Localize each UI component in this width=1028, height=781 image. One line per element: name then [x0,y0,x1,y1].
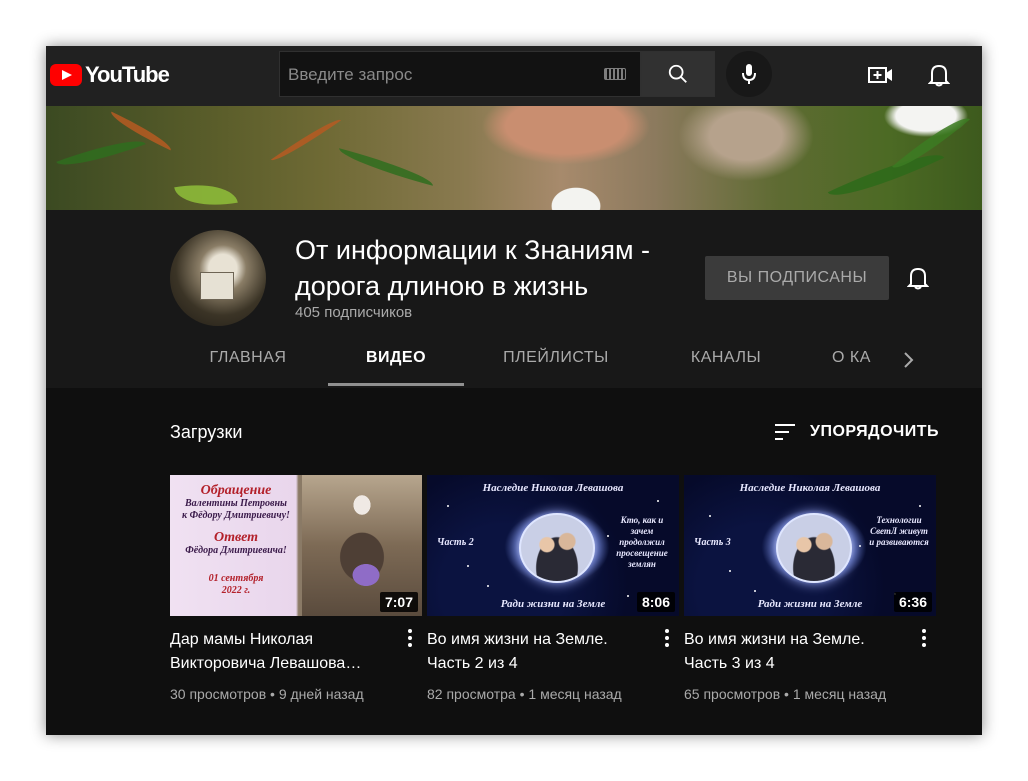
thumb-text-line: Наследие Николая Левашова [739,482,881,494]
create-video-icon [868,67,892,83]
video-card[interactable]: Наследие Николая Левашова Часть 2 Кто, к… [427,475,679,702]
video-duration: 6:36 [893,592,932,612]
youtube-logo[interactable]: YouTube [50,62,170,87]
search-icon [668,64,687,83]
video-title[interactable]: Во имя жизни на Земле. Часть 2 из 4 [427,628,653,676]
upload-age: 1 месяц назад [528,686,622,702]
thumb-text-line: Часть 2 [437,537,474,548]
section-title: Загрузки [170,422,243,442]
youtube-window: YouTube От информации к Знаниям - [46,46,982,735]
upload-age: 9 дней назад [278,686,364,702]
chevron-right-icon[interactable] [900,350,916,370]
upload-age: 1 месяц назад [792,686,887,702]
thumbnail-text: Обращение Валентины Петровны к Фёдору Дм… [170,483,302,597]
tab-videos[interactable]: ВИДЕО [328,336,464,386]
thumb-text-line: 2022 г. [221,585,251,596]
video-title[interactable]: Дар мамы Николая Викторовича Левашова… [170,628,396,676]
thumb-text-line: Фёдора Дмитриевича! [185,545,287,556]
thumb-text-line: Технологии СветЛ живут и развиваются [869,515,929,547]
thumbnail-portrait [776,513,852,583]
create-button[interactable] [866,60,896,90]
video-title-line: Часть 3 из 4 [684,655,775,672]
tab-playlists[interactable]: ПЛЕЙЛИСТЫ [491,336,621,386]
search-input[interactable] [280,52,610,98]
more-options-icon[interactable] [402,627,418,649]
video-thumbnail[interactable]: Наследие Николая Левашова Часть 2 Кто, к… [427,475,679,616]
channel-title: От информации к Знаниям - дорога длиною … [295,232,695,304]
search-box [279,51,641,98]
video-duration: 7:07 [379,592,418,612]
video-thumbnail[interactable]: Наследие Николая Левашова Часть 3 Технол… [684,475,936,616]
subscriber-count: 405 подписчиков [295,304,413,321]
channel-banner [46,106,982,210]
thumb-text-line: Часть 3 [694,537,731,548]
topbar: YouTube [46,46,982,106]
banner-leaf [56,131,146,175]
thumb-text-line: Кто, как и зачем продолжил просвещение з… [616,515,668,569]
youtube-play-icon [50,64,82,86]
bell-icon [907,267,929,290]
video-card[interactable]: Обращение Валентины Петровны к Фёдору Дм… [170,475,422,702]
bell-icon [928,64,950,87]
more-options-icon[interactable] [916,627,932,649]
thumb-text-line: Обращение [200,483,272,498]
tab-about[interactable]: О КА [832,336,874,386]
video-thumbnail[interactable]: Обращение Валентины Петровны к Фёдору Дм… [170,475,422,616]
channel-title-line2: дорога длиною в жизнь [295,271,589,301]
keyboard-icon[interactable] [604,68,626,80]
thumb-text-line: Валентины Петровны [185,498,287,509]
sort-icon [775,424,795,440]
video-title[interactable]: Во имя жизни на Земле. Часть 3 из 4 [684,628,910,676]
channel-avatar[interactable] [170,230,266,326]
video-meta: 65 просмотров • 1 месяц назад [684,686,887,702]
video-title-line: Викторовича Левашова… [170,655,362,672]
thumb-text-line: Наследие Николая Левашова [482,482,624,494]
channel-title-line1: От информации к Знаниям - [295,235,651,265]
view-count: 82 просмотра [427,686,516,702]
search-button[interactable] [641,51,715,97]
avatar-image [200,272,234,300]
sort-label: УПОРЯДОЧИТЬ [810,423,940,440]
video-title-line: Во имя жизни на Земле. [427,631,608,648]
notifications-button[interactable] [924,60,954,90]
video-title-line: Во имя жизни на Земле. [684,631,865,648]
thumbnail-portrait [519,513,595,583]
voice-search-button[interactable] [726,51,772,97]
channel-notifications-button[interactable] [904,264,932,292]
tab-home[interactable]: ГЛАВНАЯ [196,336,300,386]
video-card[interactable]: Наследие Николая Левашова Часть 3 Технол… [684,475,936,702]
subscribed-button[interactable]: ВЫ ПОДПИСАНЫ [705,256,889,300]
banner-leaf [270,113,342,167]
more-options-icon[interactable] [659,627,675,649]
video-meta: 30 просмотров • 9 дней назад [170,686,364,702]
video-title-line: Часть 2 из 4 [427,655,518,672]
logo-text: YouTube [85,62,170,87]
channel-tabs: ГЛАВНАЯ ВИДЕО ПЛЕЙЛИСТЫ КАНАЛЫ О КА [46,336,982,388]
thumb-text-line: Ответ [213,530,258,545]
view-count: 30 просмотров [170,686,267,702]
sort-button[interactable]: УПОРЯДОЧИТЬ [774,418,939,446]
uploads-section: Загрузки УПОРЯДОЧИТЬ Обращение Валентины… [46,388,982,735]
thumb-text-line: 01 сентября [208,573,264,584]
video-duration: 8:06 [636,592,675,612]
mic-icon [742,64,756,84]
banner-leaf [174,176,238,210]
view-count: 65 просмотров [684,686,781,702]
tab-channels[interactable]: КАНАЛЫ [676,336,776,386]
video-title-line: Дар мамы Николая [170,631,314,648]
thumb-text-line: к Фёдору Дмитриевичу! [182,510,290,521]
video-meta: 82 просмотра • 1 месяц назад [427,686,622,702]
banner-leaf [336,148,436,186]
